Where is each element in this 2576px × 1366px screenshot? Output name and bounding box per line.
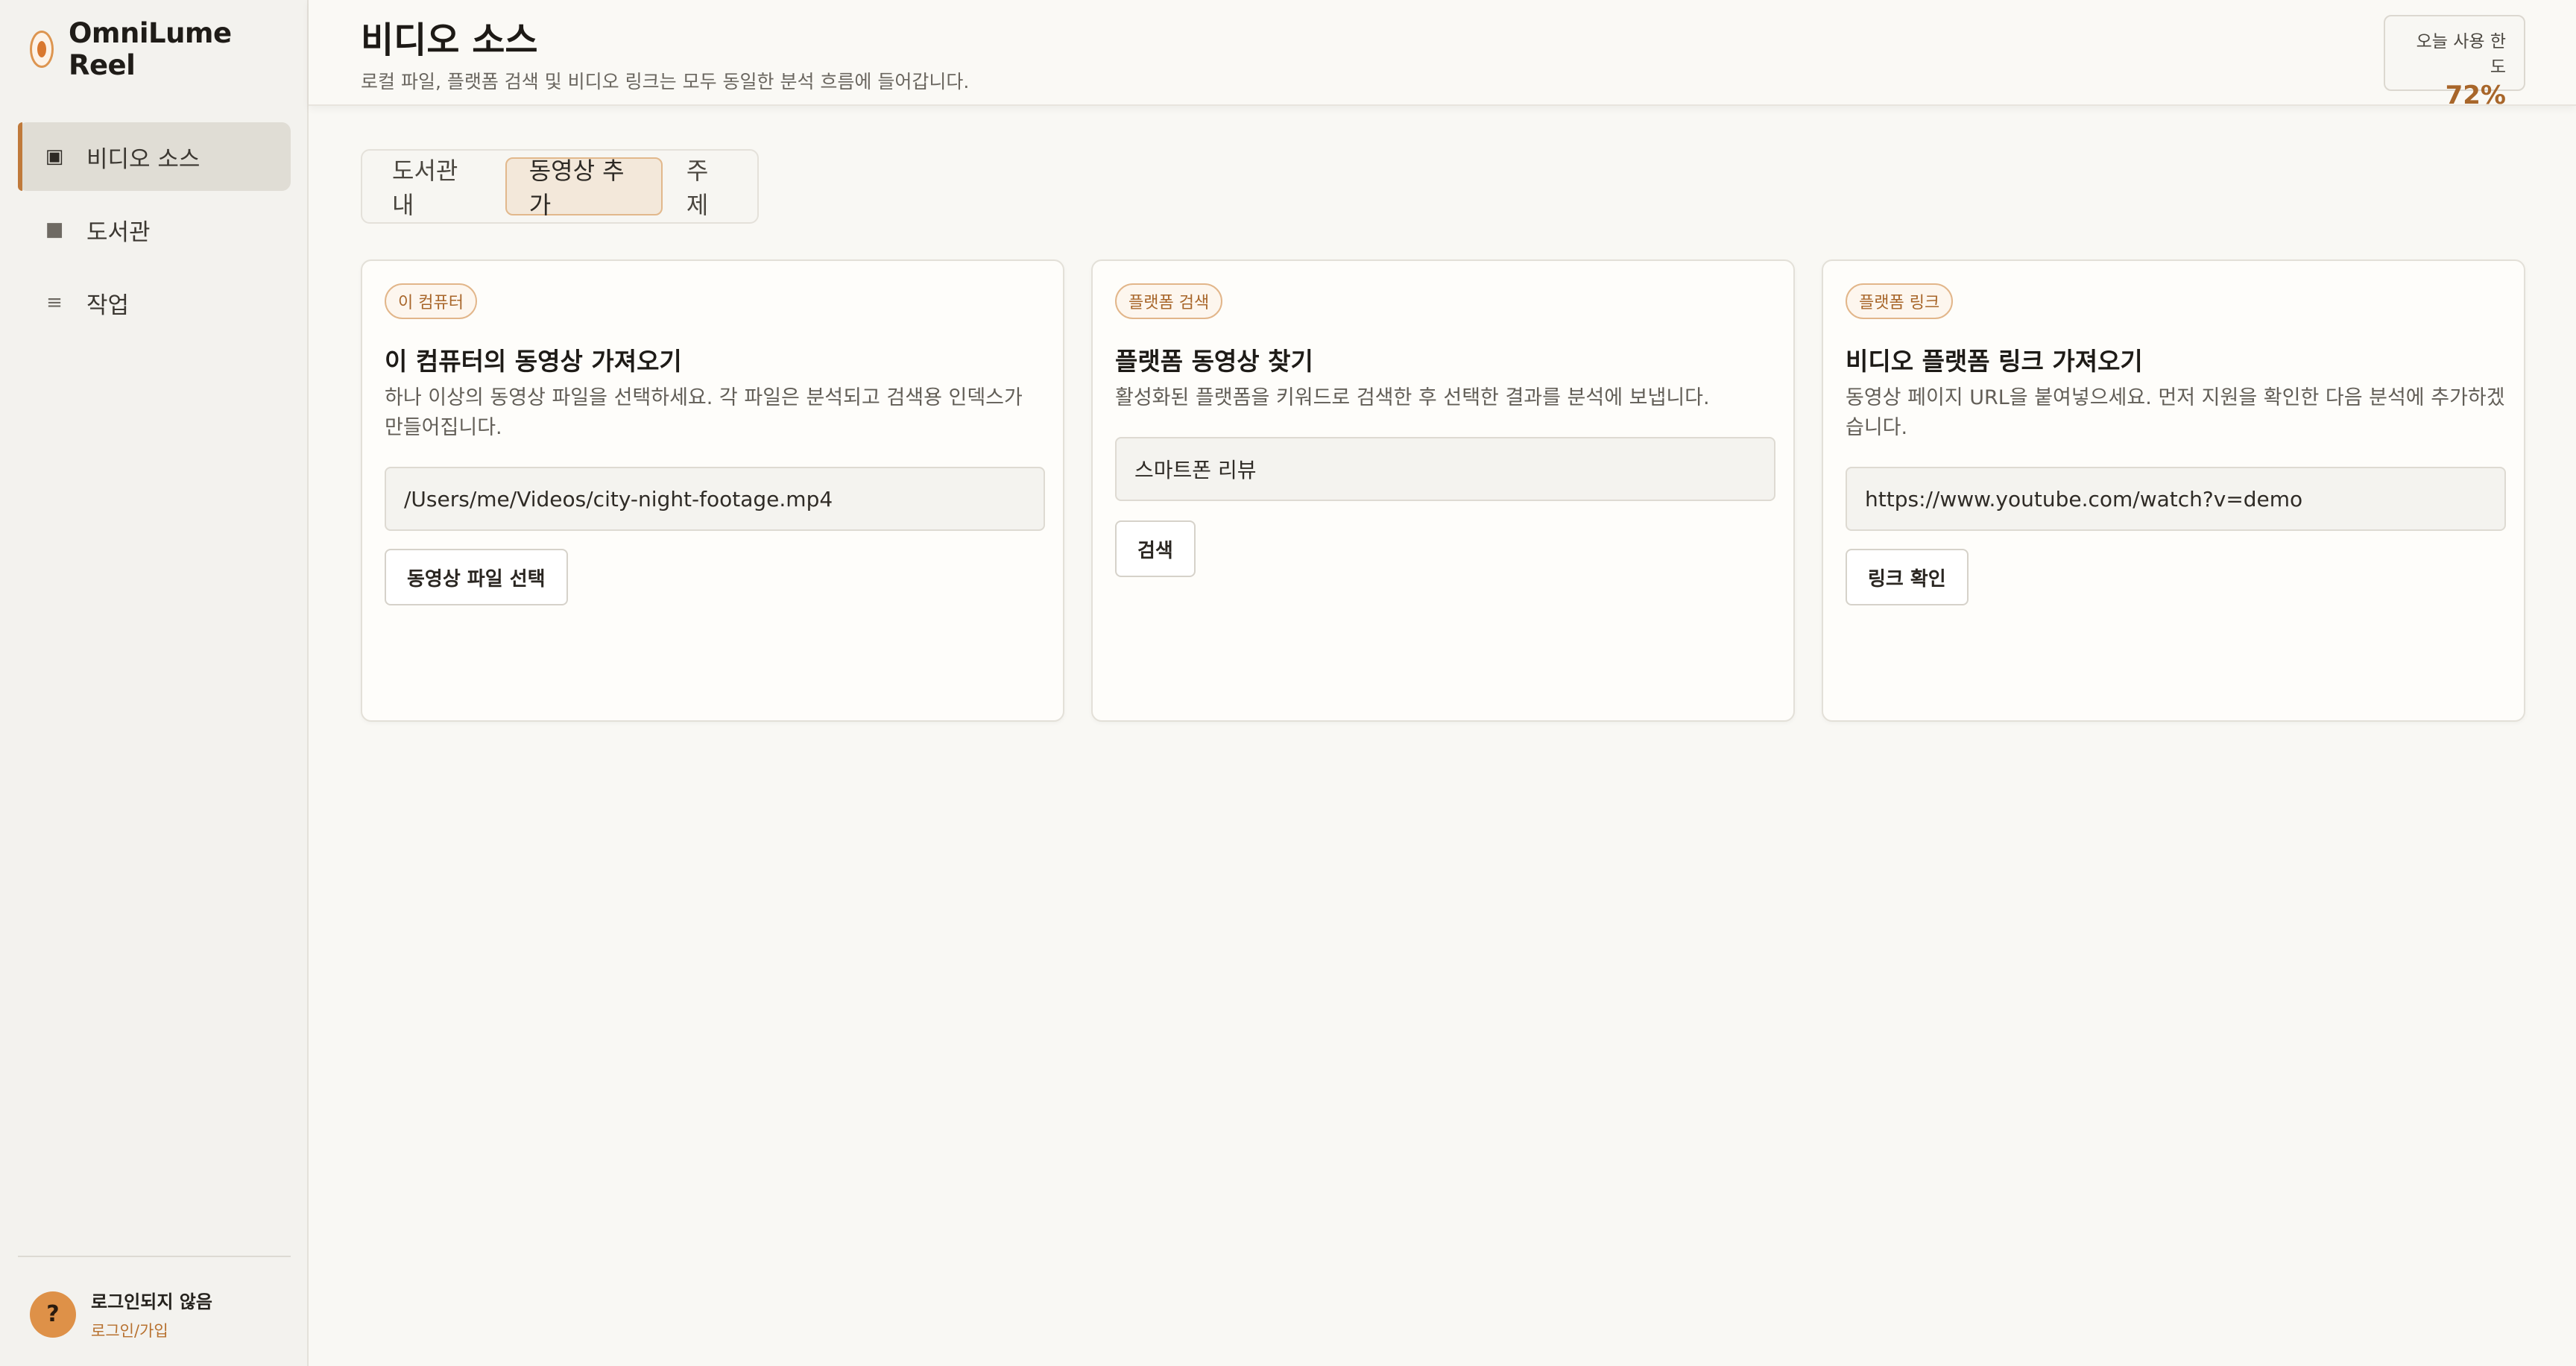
card-description: 하나 이상의 동영상 파일을 선택하세요. 각 파일은 분석되고 검색용 인덱스… bbox=[385, 386, 1023, 439]
card-title: 플랫폼 동영상 찾기 bbox=[1115, 347, 1313, 376]
library-icon: ■ bbox=[45, 218, 64, 241]
page-header: 비디오 소스 로컬 파일, 플랫폼 검색 및 비디오 링크는 모두 동일한 분석… bbox=[309, 0, 2576, 110]
select-video-file-button[interactable]: 동영상 파일 선택 bbox=[385, 549, 568, 605]
brand-logo-icon bbox=[30, 31, 54, 68]
sidebar-divider bbox=[18, 1256, 291, 1257]
page-subtitle: 로컬 파일, 플랫폼 검색 및 비디오 링크는 모두 동일한 분석 흐름에 들어… bbox=[361, 71, 970, 92]
local-import-card: 이 컴퓨터 이 컴퓨터의 동영상 가져오기 하나 이상의 동영상 파일을 선택하… bbox=[361, 259, 1064, 722]
card-badge: 플랫폼 검색 bbox=[1115, 283, 1223, 319]
check-link-button[interactable]: 링크 확인 bbox=[1846, 549, 1969, 605]
usage-quota: 오늘 사용 한도 72% bbox=[2384, 15, 2525, 110]
card-badge: 이 컴퓨터 bbox=[385, 283, 477, 319]
sidebar-item-video-source[interactable]: ▣ 비디오 소스 bbox=[18, 122, 291, 191]
platform-search-card: 플랫폼 검색 플랫폼 동영상 찾기 활성화된 플랫폼을 키워드로 검색한 후 선… bbox=[1091, 259, 1795, 722]
sidebar: OmniLume Reel ▣ 비디오 소스 ■ 도서관 ≡ 작업 ? 로그인되… bbox=[0, 0, 309, 1366]
user-account[interactable]: ? 로그인되지 않음 로그인/가입 bbox=[30, 1287, 212, 1341]
sidebar-item-label: 작업 bbox=[86, 292, 130, 319]
source-tabs: 도서관 내 동영상 추가 주제 bbox=[361, 149, 759, 224]
avatar[interactable]: ? bbox=[30, 1291, 76, 1338]
sidebar-item-label: 비디오 소스 bbox=[86, 145, 201, 173]
search-input[interactable]: 스마트폰 리뷰 bbox=[1115, 437, 1775, 501]
tasks-icon: ≡ bbox=[46, 292, 63, 314]
card-title: 비디오 플랫폼 링크 가져오기 bbox=[1846, 347, 2143, 376]
page-title: 비디오 소스 bbox=[361, 19, 538, 61]
quota-label: 오늘 사용 한도 bbox=[2416, 32, 2506, 77]
login-status: 로그인되지 않음 bbox=[91, 1291, 212, 1312]
tab-topic[interactable]: 주제 bbox=[663, 157, 751, 219]
video-url-input[interactable]: https://www.youtube.com/watch?v=demo bbox=[1846, 467, 2506, 531]
user-info: 로그인되지 않음 로그인/가입 bbox=[91, 1287, 212, 1341]
quota-value: 72% bbox=[2445, 81, 2506, 110]
login-signup-link[interactable]: 로그인/가입 bbox=[91, 1319, 212, 1341]
file-path-field[interactable]: /Users/me/Videos/city-night-footage.mp4 bbox=[385, 467, 1045, 531]
tab-add-video[interactable]: 동영상 추가 bbox=[505, 157, 663, 219]
card-description: 활성화된 플랫폼을 키워드로 검색한 후 선택한 결과를 분석에 보냅니다. bbox=[1115, 386, 1710, 409]
app-root: OmniLume Reel ▣ 비디오 소스 ■ 도서관 ≡ 작업 ? 로그인되… bbox=[0, 0, 2576, 1366]
sidebar-item-library[interactable]: ■ 도서관 bbox=[18, 195, 291, 264]
sidebar-item-label: 도서관 bbox=[86, 218, 151, 246]
video-source-icon: ▣ bbox=[45, 145, 64, 168]
card-title: 이 컴퓨터의 동영상 가져오기 bbox=[385, 347, 682, 376]
app-name: OmniLume Reel bbox=[68, 17, 232, 81]
search-button[interactable]: 검색 bbox=[1115, 520, 1196, 577]
sidebar-nav: ▣ 비디오 소스 ■ 도서관 ≡ 작업 bbox=[18, 122, 291, 342]
card-description: 동영상 페이지 URL을 붙여넣으세요. 먼저 지원을 확인한 다음 분석에 추… bbox=[1846, 386, 2505, 439]
card-badge: 플랫폼 링크 bbox=[1846, 283, 1954, 319]
brand[interactable]: OmniLume Reel bbox=[30, 17, 307, 81]
platform-link-card: 플랫폼 링크 비디오 플랫폼 링크 가져오기 동영상 페이지 URL을 붙여넣으… bbox=[1822, 259, 2525, 722]
sidebar-item-tasks[interactable]: ≡ 작업 bbox=[18, 268, 291, 337]
tab-in-library[interactable]: 도서관 내 bbox=[368, 157, 505, 219]
